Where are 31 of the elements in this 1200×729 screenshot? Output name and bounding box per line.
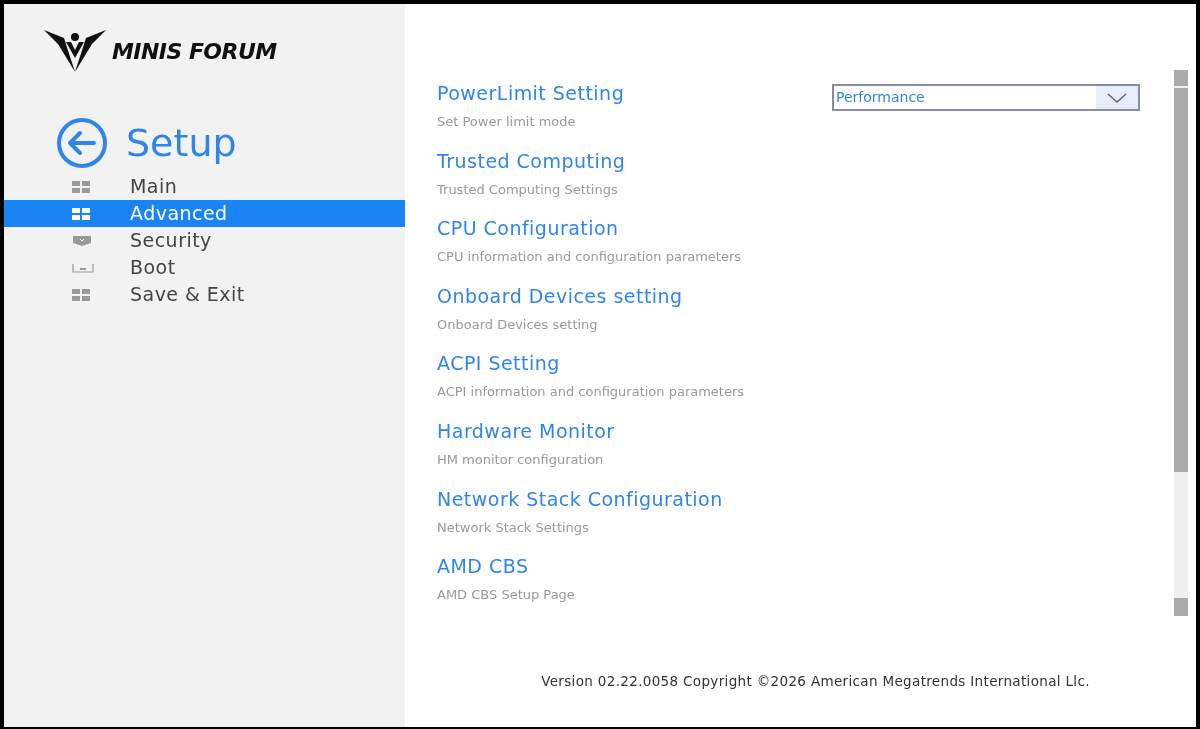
version-footer: Version 02.22.0058 Copyright ©2026 American Megatrends International Llc. bbox=[541, 671, 1090, 691]
setting-link[interactable]: ACPI Setting bbox=[437, 348, 560, 379]
setting-link[interactable]: PowerLimit Setting bbox=[437, 78, 625, 108]
setting-description: AMD CBS Setup Page bbox=[437, 586, 575, 605]
setting-link[interactable]: CPU Configuration bbox=[437, 213, 619, 244]
sidebar-item[interactable]: Save & Exit bbox=[4, 281, 405, 308]
setting-description: HM monitor configuration bbox=[437, 450, 604, 469]
shield-icon bbox=[72, 234, 92, 247]
dropdown[interactable]: Performance bbox=[832, 84, 1140, 111]
setting-description: ACPI information and configuration parameters bbox=[437, 383, 745, 402]
setting-link[interactable]: Network Stack Configuration bbox=[437, 483, 723, 514]
grid-icon bbox=[72, 288, 90, 301]
sidebar-item[interactable]: Main bbox=[4, 173, 405, 200]
sidebar-item[interactable]: Advanced bbox=[4, 200, 405, 227]
setting-description: Set Power limit mode bbox=[437, 113, 576, 131]
grid-icon bbox=[72, 207, 90, 220]
setup-title: Setup bbox=[126, 119, 237, 167]
setting-description: Trusted Computing Settings bbox=[437, 180, 618, 199]
setting-link[interactable]: AMD CBS bbox=[437, 551, 529, 582]
grid-icon bbox=[72, 180, 90, 193]
tray-icon bbox=[72, 262, 94, 273]
setting-link[interactable]: Onboard Devices setting bbox=[437, 280, 683, 311]
sidebar-item[interactable]: Security bbox=[4, 227, 405, 254]
chevron-down-icon bbox=[1107, 92, 1127, 103]
setting-link[interactable]: Hardware Monitor bbox=[437, 415, 615, 446]
setting-description: Onboard Devices setting bbox=[437, 315, 598, 334]
setting-link[interactable]: Trusted Computing bbox=[437, 145, 626, 176]
setting-description: CPU information and configuration parameters bbox=[437, 248, 742, 267]
setting-description: Network Stack Settings bbox=[437, 518, 589, 537]
sidebar-item[interactable]: Boot bbox=[4, 254, 405, 281]
logo-text: MINIS FORUM bbox=[112, 37, 277, 66]
